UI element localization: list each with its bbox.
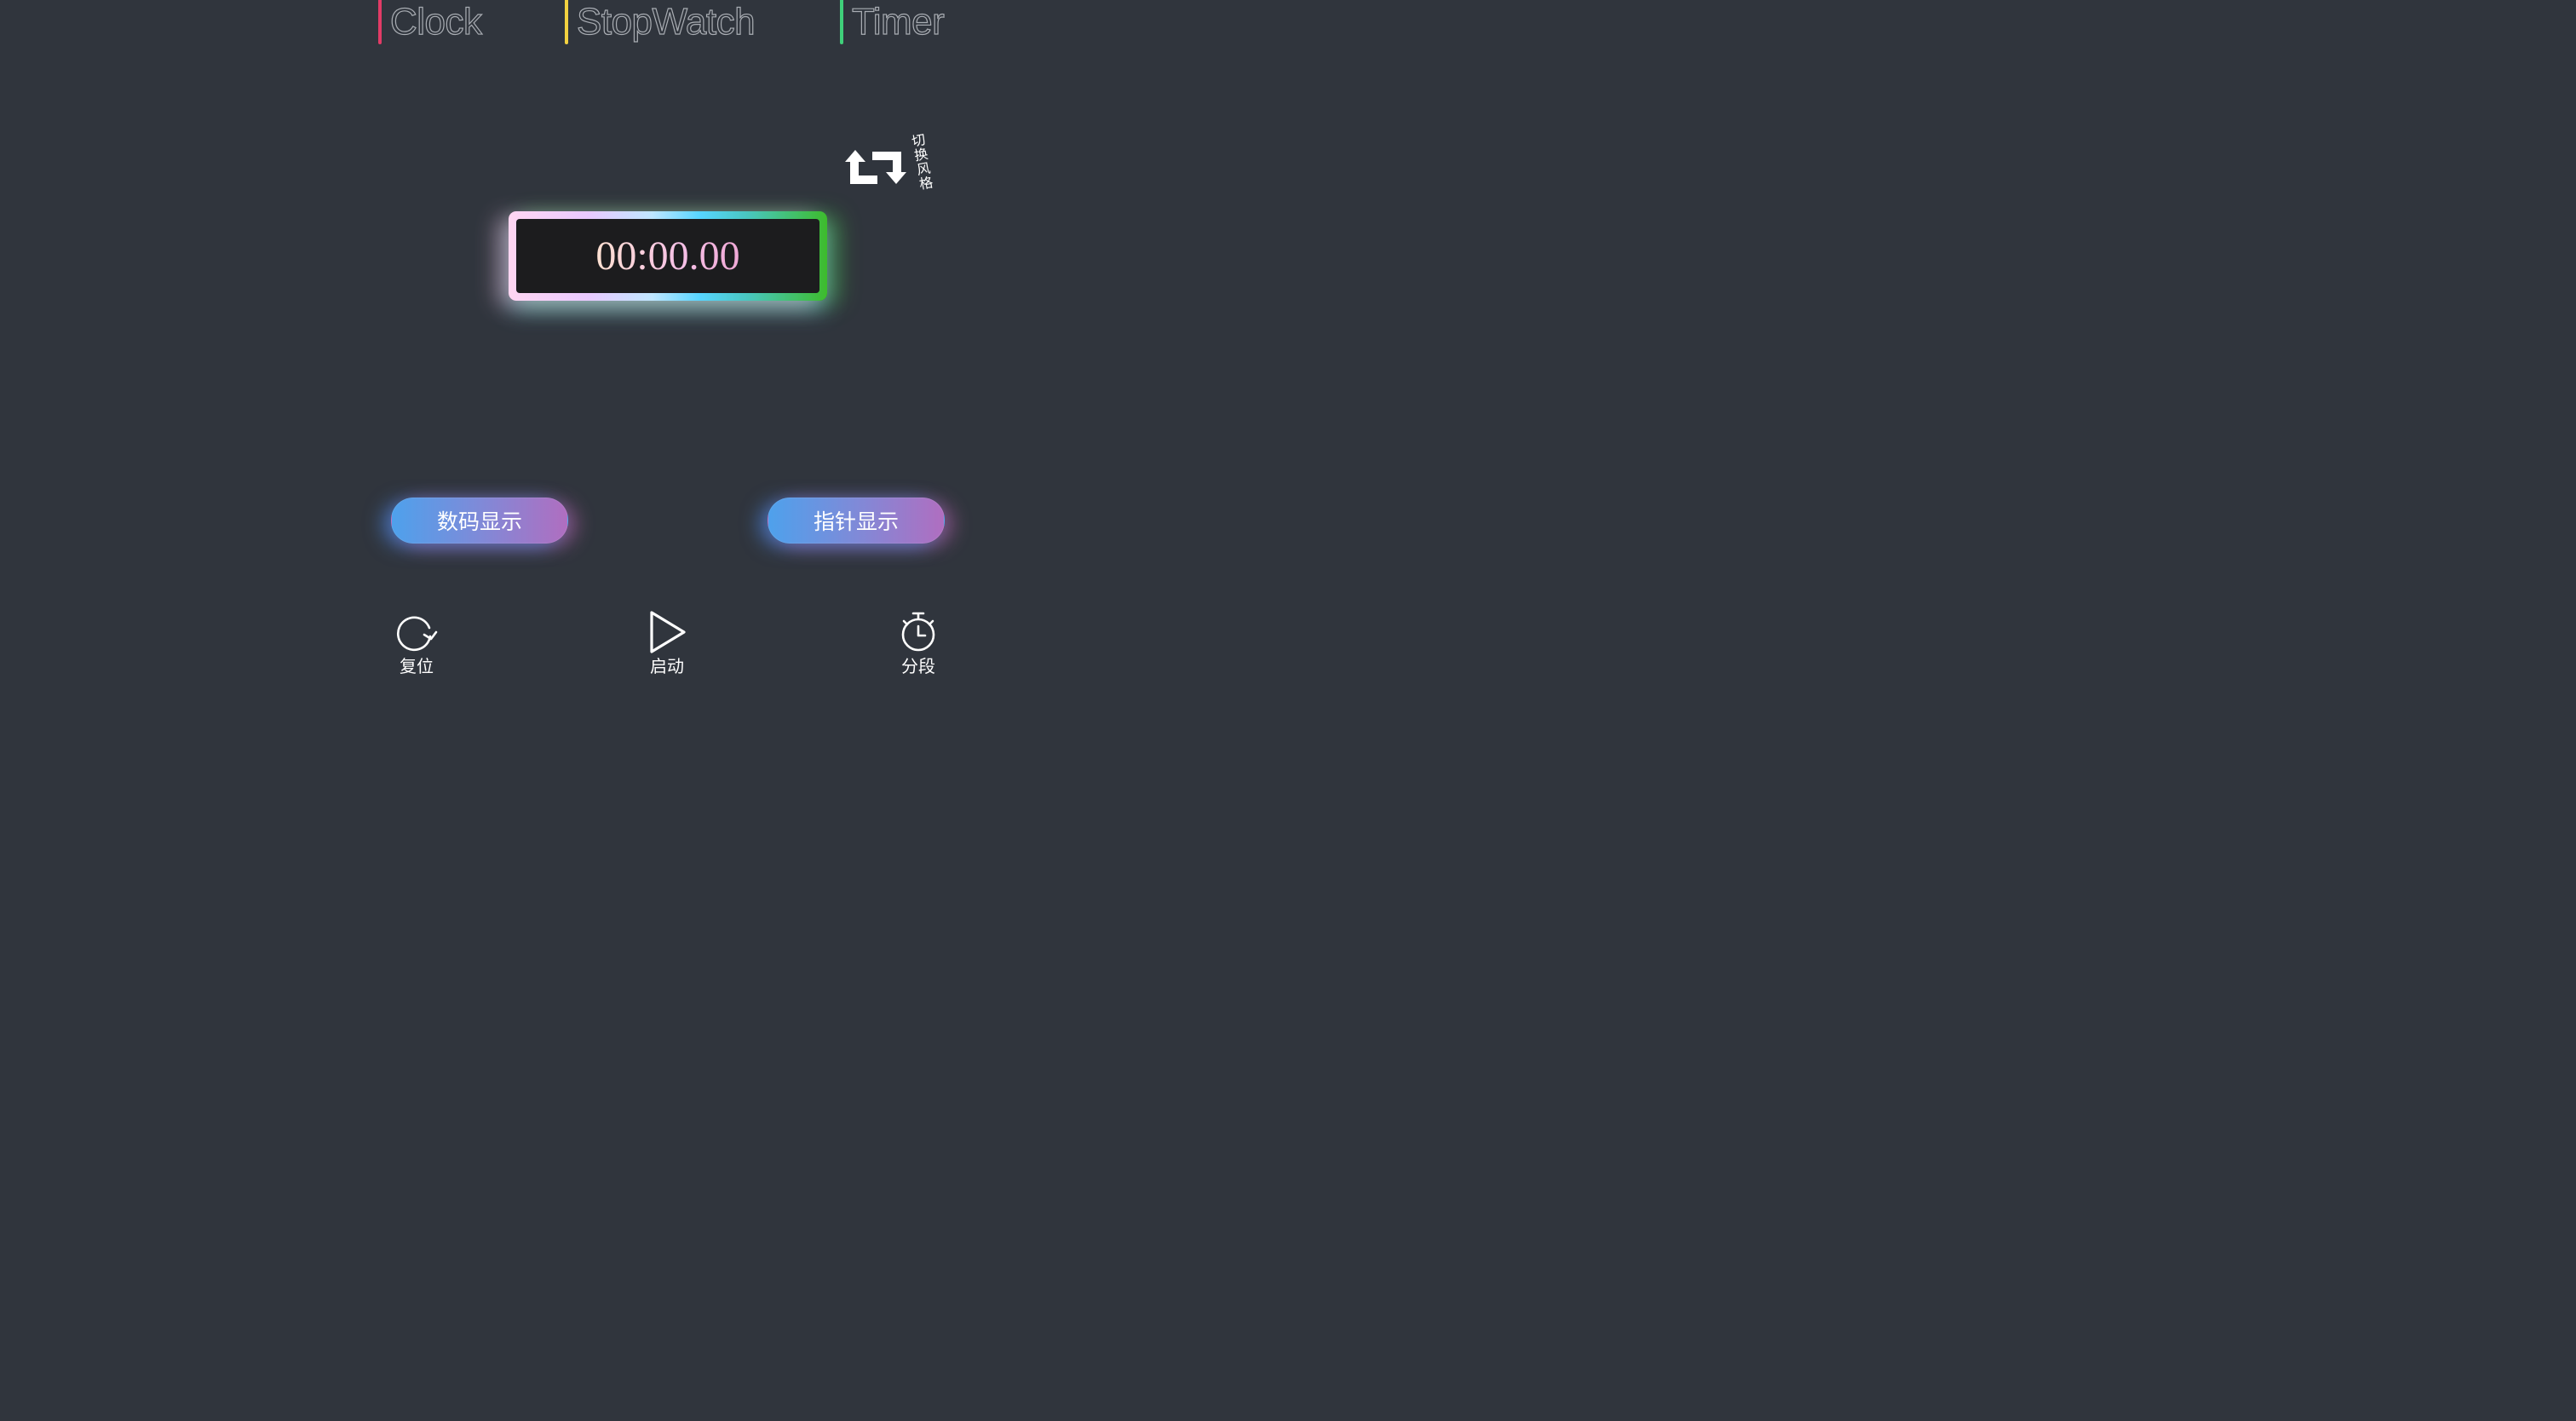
play-icon — [645, 610, 689, 654]
start-label: 启动 — [650, 656, 684, 676]
tab-timer[interactable]: Timer — [840, 0, 945, 44]
analog-display-button[interactable]: 指针显示 — [768, 498, 945, 544]
time-display-screen: 00:00.00 — [516, 219, 819, 293]
tab-clock-label: Clock — [389, 0, 482, 43]
repeat-icon — [845, 150, 906, 184]
reset-label: 复位 — [400, 656, 434, 676]
tab-indicator — [840, 0, 843, 44]
stopwatch-screen: Clock StopWatch Timer 切换风格 00:00.00 数码显示… — [0, 0, 1336, 737]
tab-indicator — [378, 0, 382, 44]
tab-clock[interactable]: Clock — [378, 0, 483, 44]
tab-stopwatch[interactable]: StopWatch — [565, 0, 756, 44]
tab-indicator — [565, 0, 568, 44]
reset-icon — [394, 610, 439, 654]
tab-stopwatch-label: StopWatch — [576, 0, 756, 43]
lap-label: 分段 — [901, 656, 935, 676]
start-button[interactable]: 启动 — [633, 610, 701, 682]
switch-style-label: 切换风格 — [910, 131, 934, 193]
switch-style-button[interactable]: 切换风格 — [843, 131, 937, 201]
elapsed-time: 00:00.00 — [595, 233, 740, 279]
digital-display-button[interactable]: 数码显示 — [391, 498, 568, 544]
tab-timer-label: Timer — [851, 0, 945, 43]
time-display: 00:00.00 — [509, 211, 827, 301]
stopwatch-icon — [896, 610, 940, 654]
reset-button[interactable]: 复位 — [382, 610, 451, 682]
lap-button[interactable]: 分段 — [884, 610, 952, 682]
